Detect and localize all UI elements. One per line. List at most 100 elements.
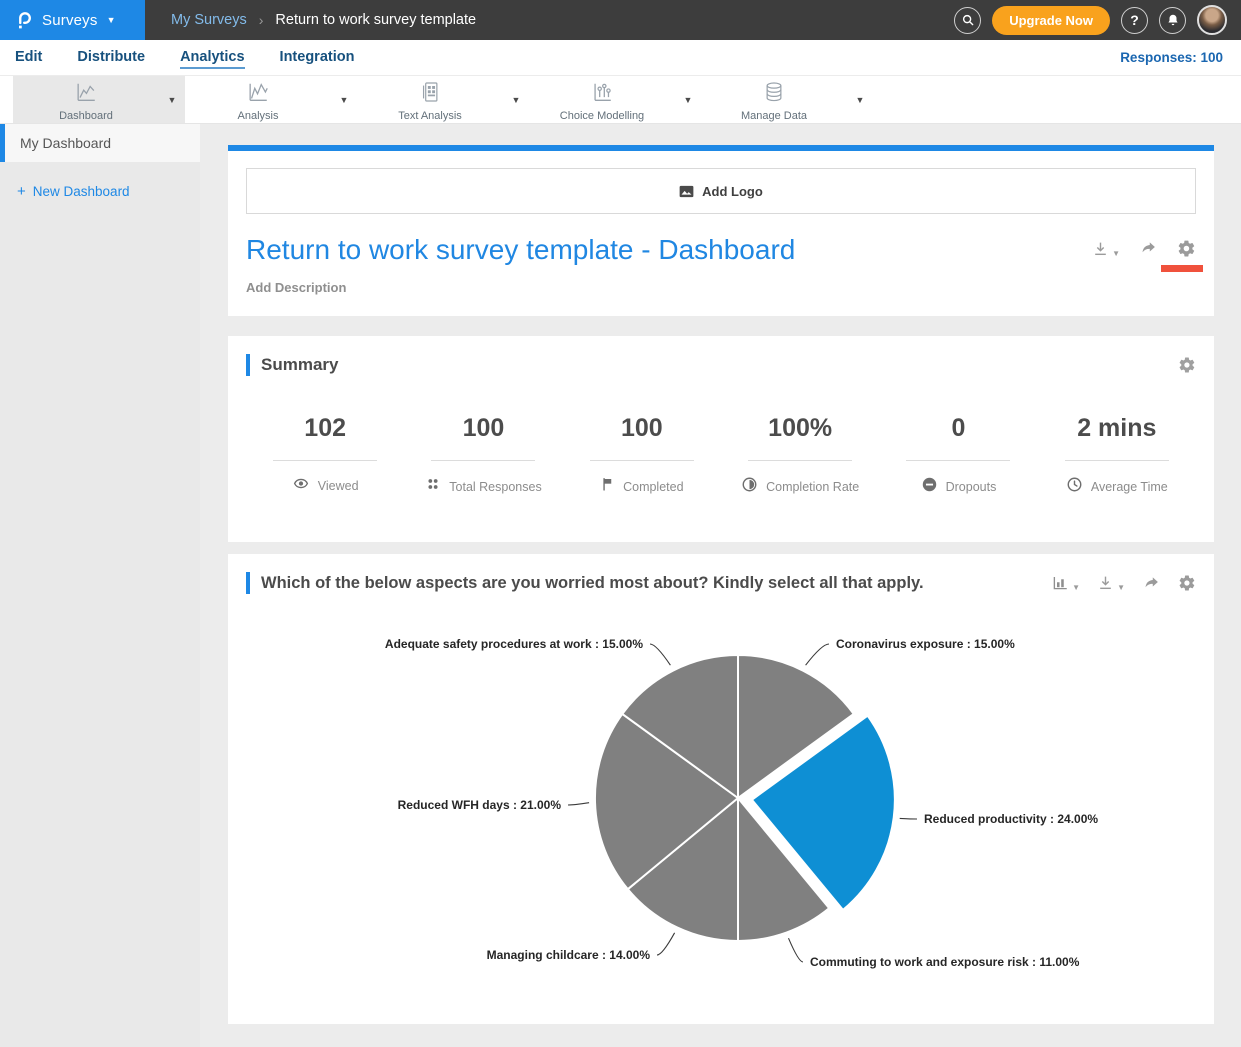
nav-tab-integration[interactable]: Integration <box>280 46 355 69</box>
pie-leader-line <box>568 803 589 805</box>
toolbar-item-dashboard[interactable]: Dashboard▼ <box>13 76 185 123</box>
download-chart-button[interactable]: ▼ <box>1097 574 1125 592</box>
stat-label: Dropouts <box>946 480 997 494</box>
toolbar-item-label: Manage Data <box>741 110 807 122</box>
chevron-down-icon[interactable]: ▼ <box>159 95 185 105</box>
chart-settings-button[interactable] <box>1178 574 1196 592</box>
topbar-actions: Upgrade Now ? <box>954 5 1241 35</box>
dashboard-chart-icon <box>73 80 99 109</box>
search-button[interactable] <box>954 7 981 34</box>
toolbar-item-manage-data[interactable]: Manage Data ▼ <box>701 76 873 123</box>
stat-dropouts: 0Dropouts <box>879 414 1037 498</box>
toolbar-item-label: Choice Modelling <box>560 110 644 122</box>
flag-icon <box>600 476 615 497</box>
share-dashboard-button[interactable] <box>1139 240 1158 257</box>
toolbar-item-text-analysis[interactable]: Text Analysis▼ <box>357 76 529 123</box>
responses-count: Responses: 100 <box>1120 50 1223 65</box>
pie-leader-line <box>650 644 670 665</box>
half-circle-icon <box>741 476 758 498</box>
pie-label-reduced-wfh-days: Reduced WFH days : 21.00% <box>398 798 562 812</box>
nav-tab-edit[interactable]: Edit <box>15 46 42 69</box>
user-avatar[interactable] <box>1197 5 1227 35</box>
settings-highlight-underline <box>1161 265 1203 272</box>
page-title: Return to work survey template - Dashboa… <box>246 233 795 267</box>
notifications-button[interactable] <box>1159 7 1186 34</box>
upgrade-now-button[interactable]: Upgrade Now <box>992 6 1110 35</box>
summary-stats: 102Viewed100Total Responses100Completed1… <box>246 414 1196 498</box>
share-icon <box>1139 240 1158 257</box>
share-chart-button[interactable] <box>1142 575 1161 592</box>
pie-label-reduced-productivity: Reduced productivity : 24.00% <box>924 812 1098 826</box>
new-dashboard-button[interactable]: + New Dashboard <box>17 183 200 200</box>
summary-card: Summary 102Viewed100Total Responses100Co… <box>228 336 1214 542</box>
breadcrumb: My Surveys › Return to work survey templ… <box>171 12 476 28</box>
toolbar-item-choice-modelling[interactable]: Choice Modelling ▼ <box>529 76 701 123</box>
stat-value: 102 <box>246 414 404 443</box>
questionpro-logo-icon <box>16 9 33 31</box>
clock-icon <box>1066 476 1083 498</box>
pie-label-managing-childcare: Managing childcare : 14.00% <box>487 948 651 962</box>
sidebar-item-my-dashboard[interactable]: My Dashboard <box>0 124 200 162</box>
grid-dots-icon <box>425 476 441 497</box>
stat-completed: 100 Completed <box>563 414 721 498</box>
pie-label-adequate-safety-procedures-at-work: Adequate safety procedures at work : 15.… <box>385 637 643 651</box>
eye-icon <box>292 476 310 496</box>
question-title: Which of the below aspects are you worri… <box>261 574 924 593</box>
toolbar-item-analysis[interactable]: Analysis ▼ <box>185 76 357 123</box>
stat-label: Viewed <box>318 479 359 493</box>
chevron-down-icon[interactable]: ▼ <box>847 95 873 105</box>
stat-value: 2 mins <box>1038 414 1196 443</box>
pie-leader-line <box>789 938 804 962</box>
accent-bar <box>246 354 250 376</box>
nav-tab-distribute[interactable]: Distribute <box>77 46 145 69</box>
add-logo-button[interactable]: Add Logo <box>246 168 1196 214</box>
divider <box>431 460 535 461</box>
gear-icon <box>1178 574 1196 592</box>
product-label: Surveys <box>42 12 98 29</box>
summary-settings-button[interactable] <box>1178 356 1196 374</box>
stat-total-responses: 100Total Responses <box>404 414 562 498</box>
divider <box>906 460 1010 461</box>
plus-icon: + <box>17 183 26 200</box>
product-switcher[interactable]: Surveys ▼ <box>0 0 145 40</box>
accent-bar <box>246 572 250 594</box>
breadcrumb-separator: › <box>259 12 264 28</box>
top-bar: Surveys ▼ My Surveys › Return to work su… <box>0 0 1241 40</box>
chart-type-button[interactable]: ▼ <box>1051 574 1080 592</box>
search-icon <box>961 13 975 27</box>
survey-nav: Edit Distribute Analytics Integration Respo… <box>0 40 1241 76</box>
divider <box>590 460 694 461</box>
dashboard-settings-button[interactable] <box>1177 239 1196 258</box>
chevron-down-icon[interactable]: ▼ <box>331 95 357 105</box>
chevron-down-icon[interactable]: ▼ <box>503 95 529 105</box>
download-dashboard-button[interactable]: ▼ <box>1092 240 1120 258</box>
add-description-button[interactable]: Add Description <box>246 280 1196 295</box>
bar-chart-icon <box>1051 574 1069 592</box>
stat-value: 100% <box>721 414 879 443</box>
gear-icon <box>1178 356 1196 374</box>
share-icon <box>1142 575 1161 592</box>
add-logo-label: Add Logo <box>702 184 763 199</box>
divider <box>1065 460 1169 461</box>
download-icon <box>1092 240 1109 258</box>
nav-tab-analytics[interactable]: Analytics <box>180 46 244 69</box>
database-icon <box>762 80 786 109</box>
stat-value: 100 <box>563 414 721 443</box>
breadcrumb-my-surveys[interactable]: My Surveys <box>171 12 247 28</box>
chevron-down-icon: ▼ <box>1117 583 1125 592</box>
toolbar-item-label: Analysis <box>238 110 279 122</box>
dashboard-sidebar: My Dashboard + New Dashboard <box>0 124 200 1047</box>
stat-average-time: 2 minsAverage Time <box>1038 414 1196 498</box>
analysis-chart-icon <box>245 80 271 109</box>
bell-icon <box>1166 13 1180 27</box>
stat-label: Completed <box>623 480 683 494</box>
pie-label-commuting-to-work-and-exposure-risk: Commuting to work and exposure risk : 11… <box>810 955 1080 969</box>
download-icon <box>1097 574 1114 592</box>
chevron-down-icon: ▼ <box>1112 249 1120 258</box>
help-button[interactable]: ? <box>1121 7 1148 34</box>
dashboard-main: Add Logo Return to work survey template … <box>200 124 1241 1047</box>
chevron-down-icon[interactable]: ▼ <box>675 95 701 105</box>
stat-viewed: 102 Viewed <box>246 414 404 498</box>
stat-value: 100 <box>404 414 562 443</box>
question-chart-card: Which of the below aspects are you worri… <box>228 554 1214 1024</box>
